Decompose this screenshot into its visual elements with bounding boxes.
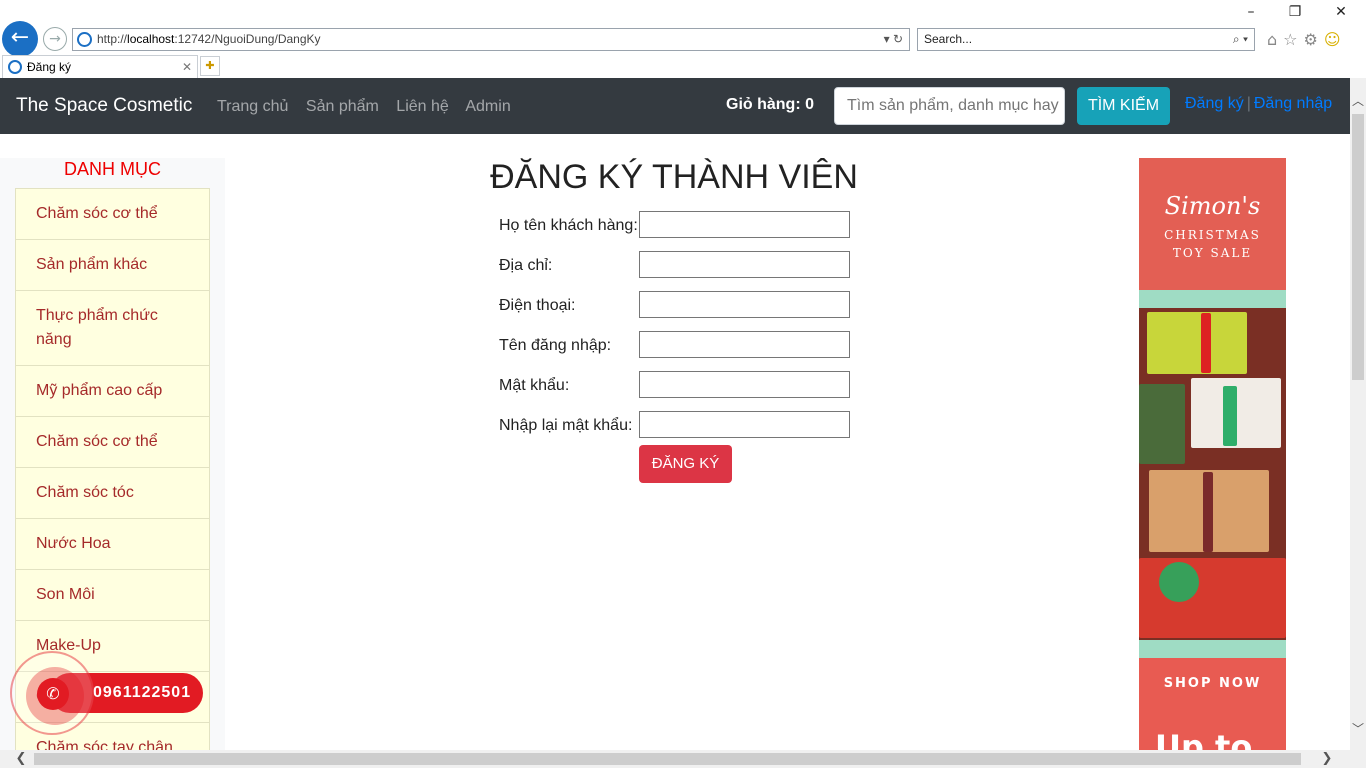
- ad-line1: CHRISTMAS: [1164, 228, 1261, 242]
- page-title: ĐĂNG KÝ THÀNH VIÊN: [490, 158, 858, 196]
- scroll-right-icon[interactable]: ❯: [1318, 750, 1336, 768]
- fullname-field[interactable]: [639, 211, 850, 238]
- phone-label: Điện thoại:: [499, 297, 576, 314]
- close-window-button[interactable]: ✕: [1318, 4, 1364, 20]
- tab-dang-ky[interactable]: Đăng ký ✕: [2, 55, 198, 78]
- username-field[interactable]: [639, 331, 850, 358]
- ie-page-icon: [77, 32, 92, 47]
- nav-links: Trang chủ Sản phẩm Liên hệ Admin: [217, 98, 524, 116]
- scroll-down-icon[interactable]: ﹀: [1350, 720, 1366, 737]
- ie-tab-icon: [8, 60, 22, 74]
- refresh-icon[interactable]: ↻: [893, 32, 903, 46]
- category-item[interactable]: Son Môi: [15, 570, 210, 621]
- fullname-label: Họ tên khách hàng:: [499, 217, 638, 234]
- site-brand[interactable]: The Space Cosmetic: [16, 95, 192, 117]
- nav-link-home[interactable]: Trang chủ: [217, 98, 288, 115]
- category-item[interactable]: Sản phẩm khác: [15, 240, 210, 291]
- url-host: localhost: [127, 32, 175, 46]
- username-label: Tên đăng nhập:: [499, 337, 612, 354]
- ad-subtitle: CHRISTMAS TOY SALE: [1139, 226, 1286, 262]
- login-link[interactable]: Đăng nhập: [1254, 95, 1332, 112]
- address-bar[interactable]: http://localhost:12742/NguoiDung/DangKy …: [72, 28, 910, 51]
- horizontal-scrollbar[interactable]: ❮ ❯: [0, 750, 1350, 768]
- password-field[interactable]: [639, 371, 850, 398]
- category-item[interactable]: Nước Hoa: [15, 519, 210, 570]
- christmas-ad-banner[interactable]: Simon's CHRISTMAS TOY SALE SHOP NOW Up t…: [1139, 158, 1286, 750]
- url-path: :12742/NguoiDung/DangKy: [174, 32, 321, 46]
- forward-arrow-icon[interactable]: →: [43, 27, 67, 51]
- url-prefix: http://: [97, 32, 128, 46]
- browser-search-input[interactable]: Search... ⌕ ▾: [917, 28, 1255, 51]
- category-heading: DANH MỤC: [64, 159, 161, 179]
- ad-header: Simon's CHRISTMAS TOY SALE: [1139, 158, 1286, 290]
- phone-icon[interactable]: ✆: [37, 678, 69, 710]
- ad-stripe: [1139, 290, 1286, 308]
- gear-icon[interactable]: ⚙: [1304, 30, 1324, 49]
- new-tab-icon[interactable]: ✚: [200, 56, 220, 76]
- tab-title: Đăng ký: [27, 60, 72, 74]
- search-icon[interactable]: ⌕: [1233, 32, 1240, 46]
- phone-field[interactable]: [639, 291, 850, 318]
- ad-teaser: Up to: [1155, 728, 1253, 750]
- ad-brand: Simon's: [1164, 192, 1261, 220]
- confirm-password-label: Nhập lại mật khẩu:: [499, 417, 633, 434]
- browser-chrome: – ❐ ✕ ← → http://localhost:12742/NguoiDu…: [0, 0, 1366, 78]
- ad-line2: TOY SALE: [1172, 246, 1253, 260]
- back-arrow-icon[interactable]: ←: [2, 21, 38, 57]
- tab-close-icon[interactable]: ✕: [182, 56, 192, 78]
- horizontal-scroll-thumb[interactable]: [34, 753, 1301, 765]
- category-item[interactable]: Mỹ phẩm cao cấp: [15, 366, 210, 417]
- dropdown-icon[interactable]: ▾: [884, 32, 890, 46]
- gift-boxes-image: [1139, 308, 1286, 640]
- ad-cta[interactable]: SHOP NOW: [1139, 676, 1286, 691]
- cart-count[interactable]: Giỏ hàng: 0: [726, 96, 814, 114]
- category-item[interactable]: Thực phẩm chức năng: [15, 291, 210, 366]
- minimize-button[interactable]: –: [1228, 4, 1274, 20]
- nav-link-admin[interactable]: Admin: [465, 98, 510, 115]
- vertical-scrollbar[interactable]: ︿ ﹀: [1350, 78, 1366, 750]
- vertical-scroll-thumb[interactable]: [1352, 114, 1364, 380]
- product-search-input[interactable]: [834, 87, 1065, 125]
- favorites-star-icon[interactable]: ☆: [1283, 30, 1303, 49]
- scroll-corner: [1350, 750, 1366, 768]
- register-form: ĐĂNG KÝ THÀNH VIÊN Họ tên khách hàng: Đị…: [225, 134, 1139, 750]
- nav-link-contact[interactable]: Liên hệ: [396, 98, 449, 115]
- category-item[interactable]: Chăm sóc tóc: [15, 468, 210, 519]
- address-field[interactable]: [639, 251, 850, 278]
- register-link[interactable]: Đăng ký: [1185, 95, 1244, 112]
- password-label: Mật khẩu:: [499, 377, 570, 394]
- scroll-left-icon[interactable]: ❮: [12, 750, 30, 768]
- home-icon[interactable]: ⌂: [1267, 30, 1283, 49]
- smiley-feedback-icon[interactable]: ☺: [1324, 30, 1347, 49]
- browser-search-placeholder: Search...: [924, 32, 973, 46]
- category-item[interactable]: Chăm sóc cơ thể: [15, 188, 210, 240]
- category-item[interactable]: Chăm sóc cơ thể: [15, 417, 210, 468]
- site-navbar: The Space Cosmetic Trang chủ Sản phẩm Li…: [0, 78, 1350, 134]
- register-submit-button[interactable]: ĐĂNG KÝ: [639, 445, 732, 483]
- address-label: Địa chỉ:: [499, 257, 553, 274]
- nav-link-products[interactable]: Sản phẩm: [306, 98, 379, 115]
- ad-stripe-2: [1139, 640, 1286, 658]
- divider: |: [1246, 95, 1251, 112]
- scroll-up-icon[interactable]: ︿: [1350, 92, 1366, 109]
- confirm-password-field[interactable]: [639, 411, 850, 438]
- search-button[interactable]: TÌM KIẾM: [1077, 87, 1170, 125]
- maximize-button[interactable]: ❐: [1272, 4, 1318, 20]
